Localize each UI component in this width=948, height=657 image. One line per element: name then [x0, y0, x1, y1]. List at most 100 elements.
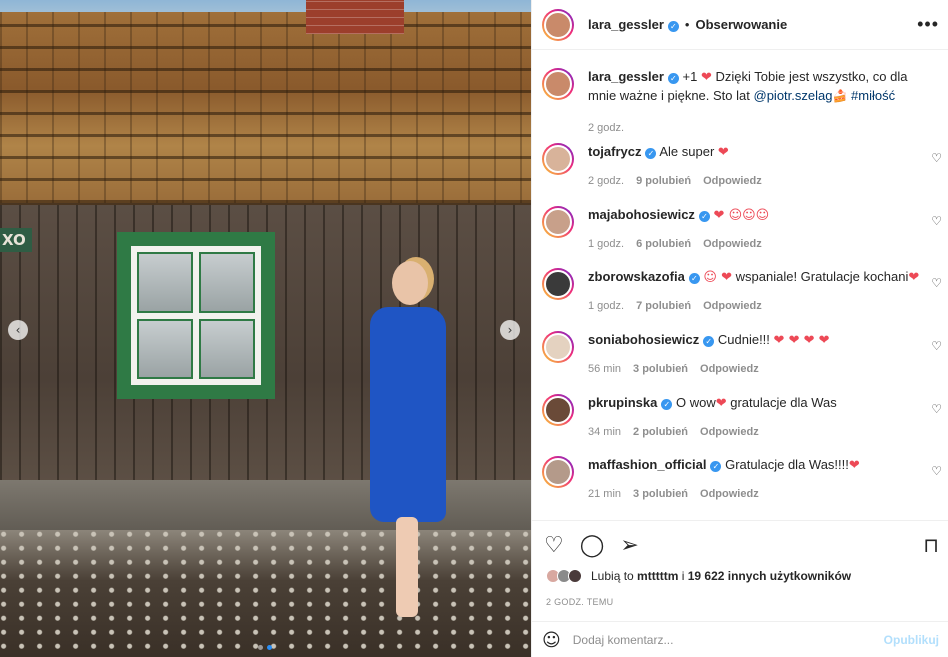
caption-time: 2 godz.: [588, 122, 625, 134]
comment-emoji: ❤: [848, 458, 860, 473]
heart-emoji-icon: ❤: [700, 70, 712, 85]
comment-like-heart-icon[interactable]: ♡: [931, 214, 942, 228]
bookmark-icon[interactable]: ⊓: [923, 533, 939, 557]
likes-prefix: Lubią to: [591, 569, 634, 583]
comment-avatar[interactable]: [542, 143, 574, 175]
comment-input[interactable]: [572, 633, 873, 647]
comment-username[interactable]: pkrupinska: [588, 395, 657, 410]
comment-bubble-icon[interactable]: ◯: [580, 533, 605, 558]
comment-text: O wow: [675, 395, 716, 410]
verified-icon: ✓: [667, 21, 679, 32]
liker-avatar: [568, 569, 582, 583]
comment-likes[interactable]: 3 polubień: [633, 360, 688, 378]
comment-username[interactable]: majabohosiewicz: [588, 207, 695, 222]
post-actions: ♡ ◯ ➢ ⊓ Lubią to mtttttm i 19 622 innych…: [532, 520, 948, 657]
comment-time: 56 min: [588, 363, 622, 375]
caption-avatar[interactable]: [542, 68, 574, 100]
carousel-prev-icon[interactable]: ‹: [8, 320, 28, 340]
reply-button[interactable]: Odpowiedz: [700, 423, 759, 441]
comment-likes[interactable]: 3 polubień: [633, 485, 688, 503]
caption-prefix: +1: [682, 69, 698, 84]
reply-button[interactable]: Odpowiedz: [700, 360, 759, 378]
comment-likes[interactable]: 2 polubień: [633, 423, 688, 441]
post-header: lara_gessler ✓ • Obserwowanie •••: [532, 0, 948, 50]
cake-emoji-icon: 🍰: [832, 89, 848, 103]
verified-icon: ✓: [667, 73, 679, 84]
verified-icon: ✓: [645, 148, 657, 159]
reply-button[interactable]: Odpowiedz: [703, 172, 762, 190]
comment-item: majabohosiewicz ✓ ❤ ☺☺☺ 1 godz. 6 polubień…: [542, 206, 942, 253]
comment-like-heart-icon[interactable]: ♡: [931, 151, 942, 165]
header-separator: •: [684, 17, 690, 32]
verified-icon: ✓: [710, 461, 722, 472]
comment-avatar[interactable]: [542, 394, 574, 426]
verified-icon: ✓: [688, 273, 700, 284]
reply-button[interactable]: Odpowiedz: [700, 485, 759, 503]
comment-avatar[interactable]: [542, 456, 574, 488]
comment-likes[interactable]: 6 polubień: [636, 235, 691, 253]
photo-chimney: [306, 0, 404, 34]
comment-composer: ☺ Opublikuj: [532, 621, 948, 657]
comment-avatar[interactable]: [542, 331, 574, 363]
comment-text: Cudnie!!!: [717, 332, 770, 347]
emoji-smile-icon[interactable]: ☺: [542, 630, 561, 651]
photo-woman: [364, 255, 454, 625]
caption: lara_gessler ✓ +1 ❤ Dzięki Tobie jest wsz…: [542, 68, 942, 137]
comment-text: Gratulacje dla Was!!!!: [725, 457, 849, 472]
carousel-dot-active: [267, 645, 272, 650]
comment-like-heart-icon[interactable]: ♡: [931, 339, 942, 353]
carousel-dots: [258, 645, 272, 650]
comment-time: 21 min: [588, 488, 622, 500]
comment-username[interactable]: zborowskazofia: [588, 269, 685, 284]
comment-emoji: ❤: [908, 270, 920, 285]
reply-button[interactable]: Odpowiedz: [703, 297, 762, 315]
like-heart-icon[interactable]: ♡: [544, 533, 564, 558]
comment-time: 34 min: [588, 426, 622, 438]
likes-mid: i: [681, 569, 685, 583]
comment-item: pkrupinska ✓ O wow❤ gratulacje dla Was 34…: [542, 394, 942, 441]
comment-likes[interactable]: 9 polubień: [636, 172, 691, 190]
more-horizontal-icon[interactable]: •••: [917, 14, 939, 35]
comment-emoji-prefix: ☺ ❤: [703, 270, 732, 285]
comment-avatar[interactable]: [542, 206, 574, 238]
publish-button[interactable]: Opublikuj: [884, 633, 939, 647]
comment-like-heart-icon[interactable]: ♡: [931, 276, 942, 290]
comment-item: zborowskazofia ✓ ☺ ❤ wspaniale! Gratulacj…: [542, 268, 942, 315]
author-username[interactable]: lara_gessler ✓: [588, 17, 679, 32]
comment-username[interactable]: soniabohosiewicz: [588, 332, 699, 347]
caption-hashtag[interactable]: #miłość: [851, 88, 895, 103]
verified-icon: ✓: [698, 211, 710, 222]
likes-user-link[interactable]: mtttttm: [637, 569, 678, 583]
carousel-next-icon[interactable]: ›: [500, 320, 520, 340]
comment-username[interactable]: tojafrycz: [588, 144, 641, 159]
likes-count-link[interactable]: 19 622 innych użytkowników: [688, 569, 851, 583]
comment-username[interactable]: maffashion_official: [588, 457, 706, 472]
comment-text: Ale super: [659, 144, 715, 159]
comment-like-heart-icon[interactable]: ♡: [931, 402, 942, 416]
comment-likes[interactable]: 7 polubień: [636, 297, 691, 315]
comments-list[interactable]: lara_gessler ✓ +1 ❤ Dzięki Tobie jest wsz…: [532, 50, 948, 520]
share-paper-plane-icon[interactable]: ➢: [620, 533, 638, 558]
verified-icon: ✓: [703, 336, 715, 347]
post-time-ago: 2 GODZ. TEMU: [546, 597, 614, 607]
photo-window: [117, 232, 275, 399]
caption-username[interactable]: lara_gessler: [588, 69, 664, 84]
author-avatar[interactable]: [542, 8, 574, 41]
comment-text: wspaniale! Gratulacje kochani: [735, 269, 909, 284]
comment-item: soniabohosiewicz ✓ Cudnie!!! ❤ ❤ ❤ ❤ 56 m…: [542, 331, 942, 378]
photo-sign: XO: [0, 228, 32, 252]
comment-like-heart-icon[interactable]: ♡: [931, 464, 942, 478]
comment-item: tojafrycz ✓ Ale super ❤ 2 godz. 9 polubień…: [542, 143, 942, 190]
comment-emoji: ❤: [715, 396, 727, 411]
comment-emoji: ❤ ☺☺☺: [713, 208, 770, 223]
follow-status-button[interactable]: Obserwowanie: [695, 17, 787, 32]
reply-button[interactable]: Odpowiedz: [703, 235, 762, 253]
photo-roof: [0, 12, 531, 207]
comment-time: 1 godz.: [588, 300, 625, 312]
comment-avatar[interactable]: [542, 268, 574, 300]
post-photo[interactable]: XO ‹ ›: [0, 0, 531, 657]
comment-text-2: gratulacje dla Was: [730, 395, 837, 410]
likes-summary: Lubią to mtttttm i 19 622 innych użytkow…: [546, 569, 851, 583]
verified-icon: ✓: [661, 399, 673, 410]
caption-mention[interactable]: @piotr.szelag: [754, 88, 833, 103]
